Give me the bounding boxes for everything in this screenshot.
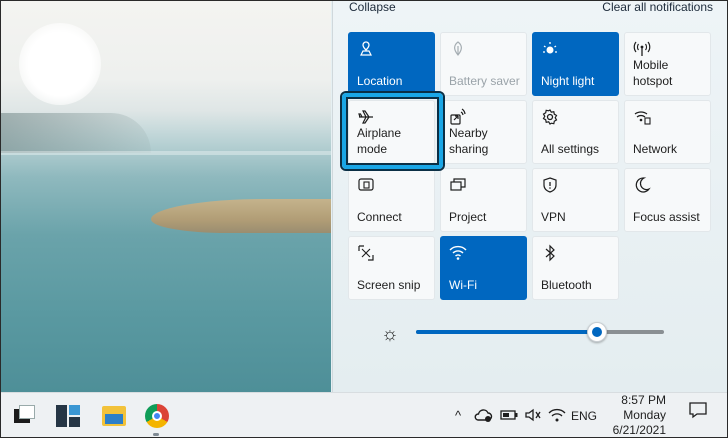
clock-day: Monday	[623, 408, 666, 422]
network-icon	[633, 108, 651, 126]
wifi-tray-icon[interactable]	[546, 407, 568, 425]
tile-label: Connect	[357, 210, 402, 224]
tile-connect[interactable]: Connect	[348, 168, 435, 232]
brightness-icon: ☼	[381, 324, 399, 345]
tile-label: Airplane mode	[357, 126, 402, 156]
bluetooth-icon	[541, 244, 559, 262]
tile-wi-fi[interactable]: Wi-Fi	[440, 236, 527, 300]
widgets-icon-panel-top	[69, 405, 80, 415]
tile-label: Night light	[541, 74, 595, 88]
show-hidden-icons-chevron[interactable]: ^	[450, 407, 466, 425]
chrome-running-indicator	[153, 433, 159, 436]
tile-label: Wi-Fi	[449, 278, 477, 292]
clock-time: 8:57 PM	[621, 393, 666, 407]
wallpaper-reeds	[151, 199, 331, 233]
taskbar-clock[interactable]: 8:57 PM Monday 6/21/2021	[606, 393, 666, 437]
chrome-button[interactable]	[144, 403, 170, 429]
night-light-icon	[541, 40, 559, 58]
battery-icon[interactable]	[498, 407, 520, 425]
desktop-wallpaper	[1, 1, 331, 392]
mobile-hotspot-icon	[633, 40, 651, 58]
tile-label: VPN	[541, 210, 566, 224]
project-icon	[449, 176, 467, 194]
tile-network[interactable]: Network	[624, 100, 711, 164]
speech-bubble-icon	[689, 402, 707, 419]
tile-focus-assist[interactable]: Focus assist	[624, 168, 711, 232]
volume-icon[interactable]	[522, 407, 544, 425]
tile-all-settings[interactable]: All settings	[532, 100, 619, 164]
weather-cloud-icon[interactable]	[472, 407, 494, 425]
tile-bluetooth[interactable]: Bluetooth	[532, 236, 619, 300]
tile-label: Network	[633, 142, 678, 156]
chrome-icon-center	[152, 411, 162, 421]
tile-project[interactable]: Project	[440, 168, 527, 232]
tile-screen-snip[interactable]: Screen snip	[348, 236, 435, 300]
brightness-slider[interactable]	[416, 322, 664, 342]
brightness-slider-fill	[416, 330, 598, 334]
vpn-shield-icon	[541, 176, 559, 194]
tile-mobile-hotspot[interactable]: Mobile hotspot	[624, 32, 711, 96]
tile-label: All settings	[541, 142, 600, 156]
wallpaper-sun	[19, 23, 101, 105]
file-explorer-button[interactable]	[101, 403, 127, 429]
nearby-sharing-icon	[449, 108, 467, 126]
tile-label: Location	[357, 74, 403, 88]
location-icon	[357, 40, 375, 58]
clock-date: 6/21/2021	[612, 423, 666, 437]
widgets-icon-panel-bottom	[69, 417, 80, 427]
connect-icon	[357, 176, 375, 194]
tile-location[interactable]: Location	[348, 32, 435, 96]
wallpaper-headland	[1, 113, 151, 153]
start-button[interactable]	[11, 403, 37, 429]
tile-label: Battery saver	[449, 74, 520, 88]
tile-nearby-sharing[interactable]: Nearby sharing	[440, 100, 527, 164]
brightness-slider-thumb[interactable]	[587, 322, 608, 342]
tile-label: Nearby sharing	[449, 126, 489, 156]
battery-saver-icon	[449, 40, 467, 58]
widgets-button[interactable]	[56, 403, 82, 429]
folder-icon-band	[105, 414, 123, 424]
start-icon-front	[19, 405, 35, 419]
input-language-indicator[interactable]: ENG	[570, 407, 598, 425]
widgets-icon-panel-left	[56, 405, 67, 427]
tile-label: Project	[449, 210, 487, 224]
wallpaper-horizon	[1, 151, 331, 155]
moon-icon	[633, 176, 651, 194]
taskbar: ^ ENG 8:57 PM Monday 6/21/2021	[1, 392, 727, 437]
tile-label: Screen snip	[357, 278, 421, 292]
gear-icon	[541, 108, 559, 126]
clear-all-notifications-link[interactable]: Clear all notifications	[602, 0, 713, 14]
collapse-link[interactable]: Collapse	[349, 0, 396, 14]
airplane-icon	[357, 108, 375, 126]
scissors-icon	[357, 244, 375, 262]
tile-airplane-mode[interactable]: Airplane mode	[348, 100, 435, 164]
tile-label: Focus assist	[633, 210, 700, 224]
tile-label: Bluetooth	[541, 278, 592, 292]
tile-vpn[interactable]: VPN	[532, 168, 619, 232]
panel-header: Collapse Clear all notifications	[349, 0, 713, 15]
notifications-button[interactable]	[683, 401, 713, 429]
tile-battery-saver[interactable]: Battery saver	[440, 32, 527, 96]
tile-night-light[interactable]: Night light	[532, 32, 619, 96]
wifi-icon	[449, 244, 467, 262]
tile-label: Mobile hotspot	[633, 58, 673, 88]
